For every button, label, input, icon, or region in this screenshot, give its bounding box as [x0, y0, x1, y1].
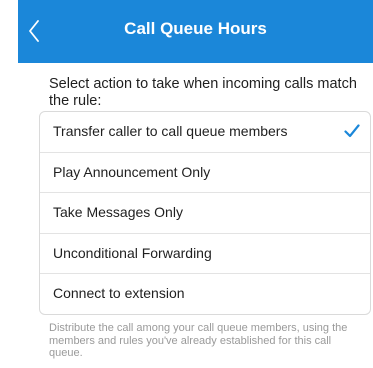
- check-icon: [344, 124, 360, 138]
- option-transfer-to-queue-members[interactable]: Transfer caller to call queue members: [40, 112, 370, 153]
- option-label: Transfer caller to call queue members: [53, 123, 288, 139]
- action-prompt: Select action to take when incoming call…: [49, 76, 357, 109]
- action-options-list: Transfer caller to call queue members Pl…: [39, 111, 371, 315]
- option-connect-to-extension[interactable]: Connect to extension: [40, 274, 370, 314]
- option-label: Play Announcement Only: [53, 163, 211, 180]
- option-label: Take Messages Only: [53, 204, 183, 221]
- page-title: Call Queue Hours: [124, 19, 267, 38]
- option-play-announcement-only[interactable]: Play Announcement Only: [40, 153, 370, 194]
- option-take-messages-only[interactable]: Take Messages Only: [40, 193, 370, 234]
- option-unconditional-forwarding[interactable]: Unconditional Forwarding: [40, 234, 370, 275]
- call-queue-hours-screen: Call Queue Hours Select action to take w…: [0, 0, 373, 368]
- header-bar: Call Queue Hours: [18, 0, 373, 63]
- option-label: Unconditional Forwarding: [53, 244, 212, 261]
- option-description: Distribute the call among your call queu…: [49, 322, 348, 359]
- option-label: Connect to extension: [53, 285, 185, 302]
